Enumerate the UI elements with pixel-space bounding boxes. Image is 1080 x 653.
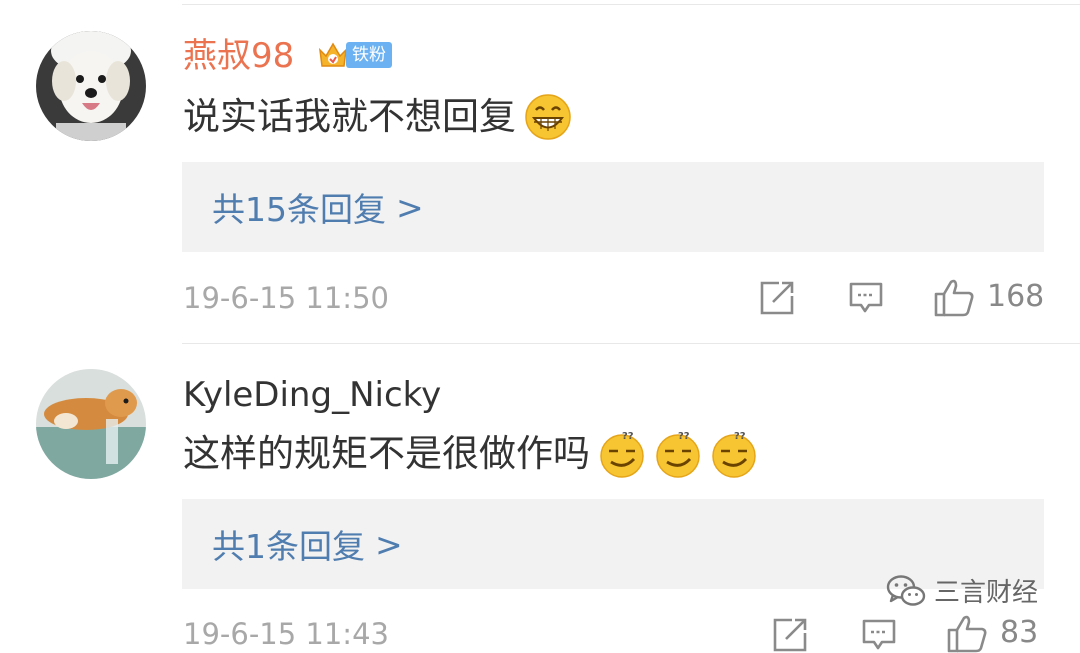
comment-body: 这样的规矩不是很做作吗 [183, 432, 590, 475]
view-replies-button[interactable]: 共15条回复 > [182, 162, 1044, 252]
like-button[interactable]: 168 [933, 277, 1044, 317]
reply-arrow: > [375, 524, 403, 564]
comment-timestamp: 19-6-15 11:43 [183, 617, 389, 651]
svg-text:??: ?? [622, 431, 634, 442]
comment-icon [849, 282, 883, 313]
share-icon [760, 281, 794, 315]
thumbs-up-icon [934, 279, 974, 317]
share-button[interactable] [772, 617, 810, 653]
share-icon [773, 618, 807, 652]
like-count: 168 [987, 279, 1045, 314]
comment-text: 这样的规矩不是很做作吗 ?? ?? ?? [183, 430, 758, 478]
reply-summary: 共1条回复 [212, 527, 365, 566]
reply-arrow: > [396, 187, 424, 227]
crown-icon [318, 42, 348, 67]
share-button[interactable] [759, 280, 797, 316]
avatar[interactable] [36, 369, 146, 479]
svg-text:??: ?? [678, 431, 690, 442]
reply-summary: 共15条回复 [212, 190, 386, 229]
watermark: 三言财经 [886, 572, 1038, 609]
shiba-avatar-image [36, 369, 146, 479]
comment-button[interactable] [861, 617, 897, 653]
fan-badge: 铁粉 [346, 42, 392, 68]
watermark-label: 三言财经 [934, 578, 1039, 608]
username[interactable]: 燕叔98 [183, 36, 294, 76]
smirk-emoji-icon: ?? [656, 431, 700, 478]
comment-button[interactable] [848, 280, 884, 316]
divider [182, 4, 1080, 5]
like-button[interactable]: 83 [946, 613, 1038, 653]
thumbs-up-icon [947, 615, 987, 653]
comment-timestamp: 19-6-15 11:50 [183, 281, 389, 315]
avatar[interactable] [36, 31, 146, 141]
username[interactable]: KyleDing_Nicky [183, 375, 441, 415]
like-count: 83 [1000, 615, 1039, 650]
divider [182, 343, 1080, 344]
comment-body: 说实话我就不想回复 [183, 95, 516, 138]
fan-badge-group[interactable]: 铁粉 [316, 38, 392, 72]
comment-icon [862, 619, 896, 650]
smirk-emoji-icon: ?? [712, 431, 756, 478]
svg-text:??: ?? [734, 431, 746, 442]
wechat-icon [886, 574, 926, 606]
comment-text: 说实话我就不想回复 [183, 93, 572, 141]
smirk-emoji-icon: ?? [600, 431, 644, 478]
grin-emoji-icon [525, 94, 571, 140]
dog-avatar-image [36, 31, 146, 141]
